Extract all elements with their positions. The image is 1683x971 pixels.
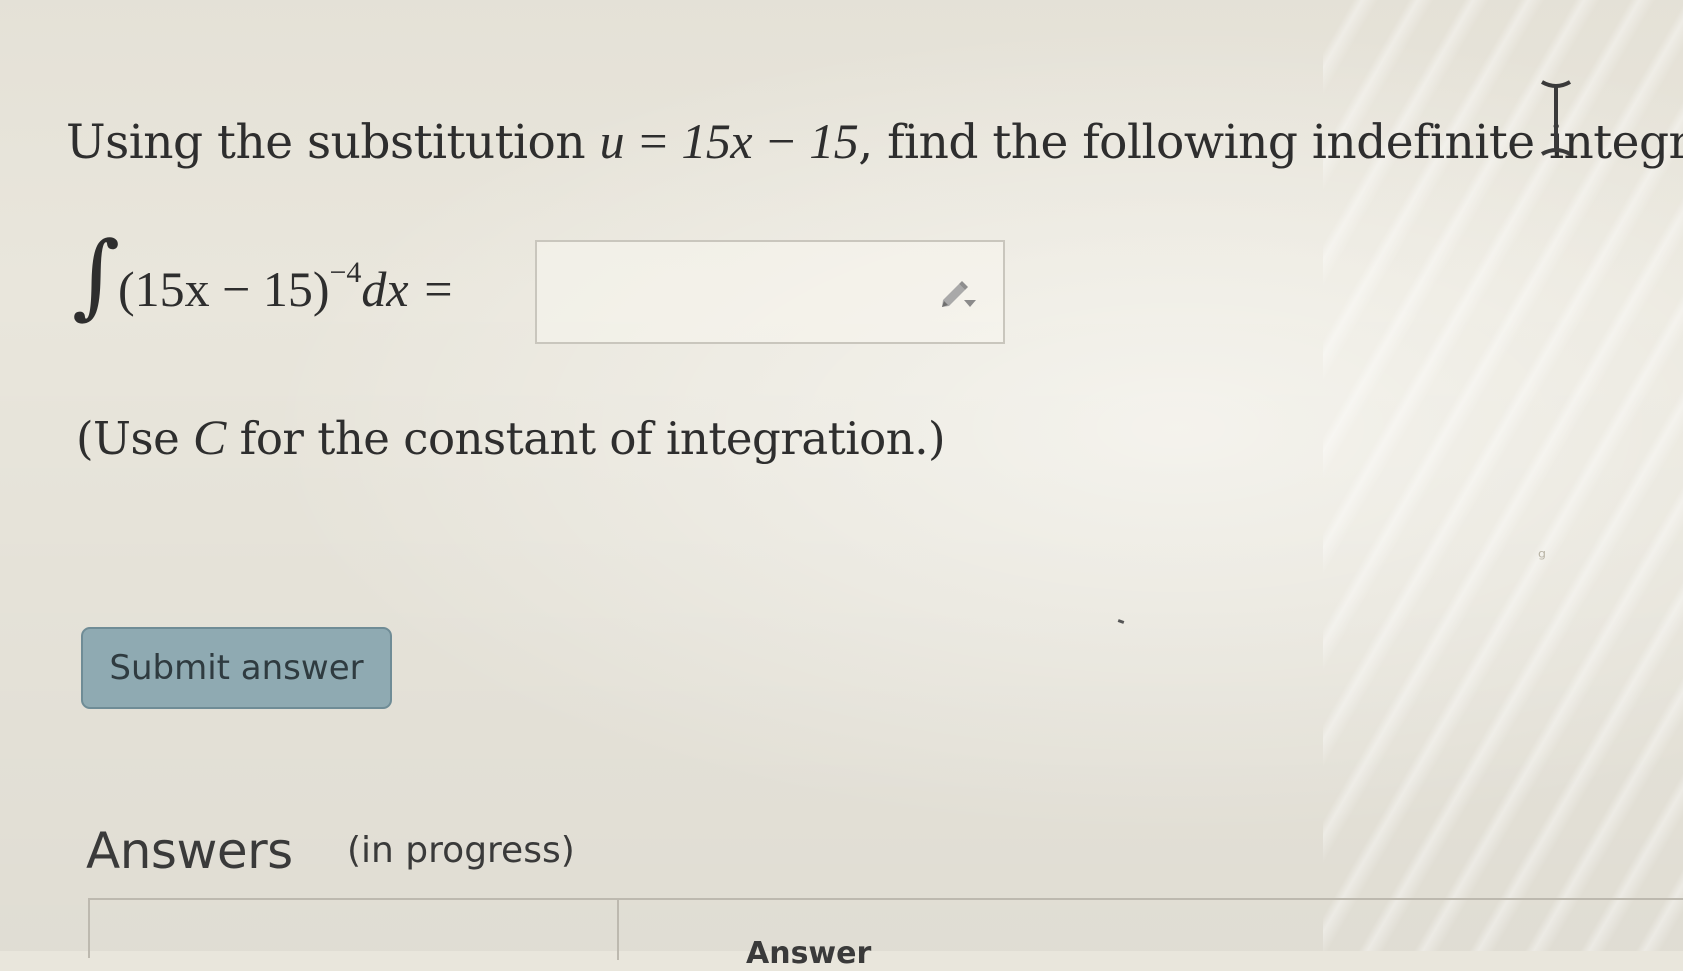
problem-prefix: Using the substitution xyxy=(66,115,600,170)
answer-input[interactable] xyxy=(535,240,1005,344)
hint-close: for the constant of integration.) xyxy=(225,412,946,465)
submit-answer-button[interactable]: Submit answer xyxy=(81,627,392,709)
substitution-expression: u = 15x − 15 xyxy=(599,113,859,169)
faint-mark-icon: ᵍ xyxy=(1538,545,1547,569)
integral-sign: ∫ xyxy=(72,222,120,329)
answer-column-header: Answer xyxy=(746,936,872,971)
integrand: (15x − 15)−4dx = xyxy=(118,258,455,317)
answers-table: Answer xyxy=(88,898,1683,971)
answers-heading: Answers xyxy=(86,822,293,880)
problem-statement: Using the substitution u = 15x − 15, fin… xyxy=(66,112,1683,170)
hint-constant: C xyxy=(193,409,226,465)
constant-hint: (Use C for the constant of integration.) xyxy=(76,408,946,466)
question-page: Using the substitution u = 15x − 15, fin… xyxy=(0,0,1683,971)
integrand-exponent: −4 xyxy=(329,256,362,290)
answers-status: (in progress) xyxy=(347,830,575,871)
screen-speck xyxy=(1117,619,1125,624)
table-column-divider xyxy=(617,900,619,960)
integrand-base: (15x − 15) xyxy=(118,261,330,317)
text-cursor-icon xyxy=(1541,80,1571,156)
integrand-differential: dx = xyxy=(361,261,455,317)
pencil-dropdown-icon[interactable] xyxy=(937,276,977,312)
hint-open: (Use xyxy=(76,412,194,465)
